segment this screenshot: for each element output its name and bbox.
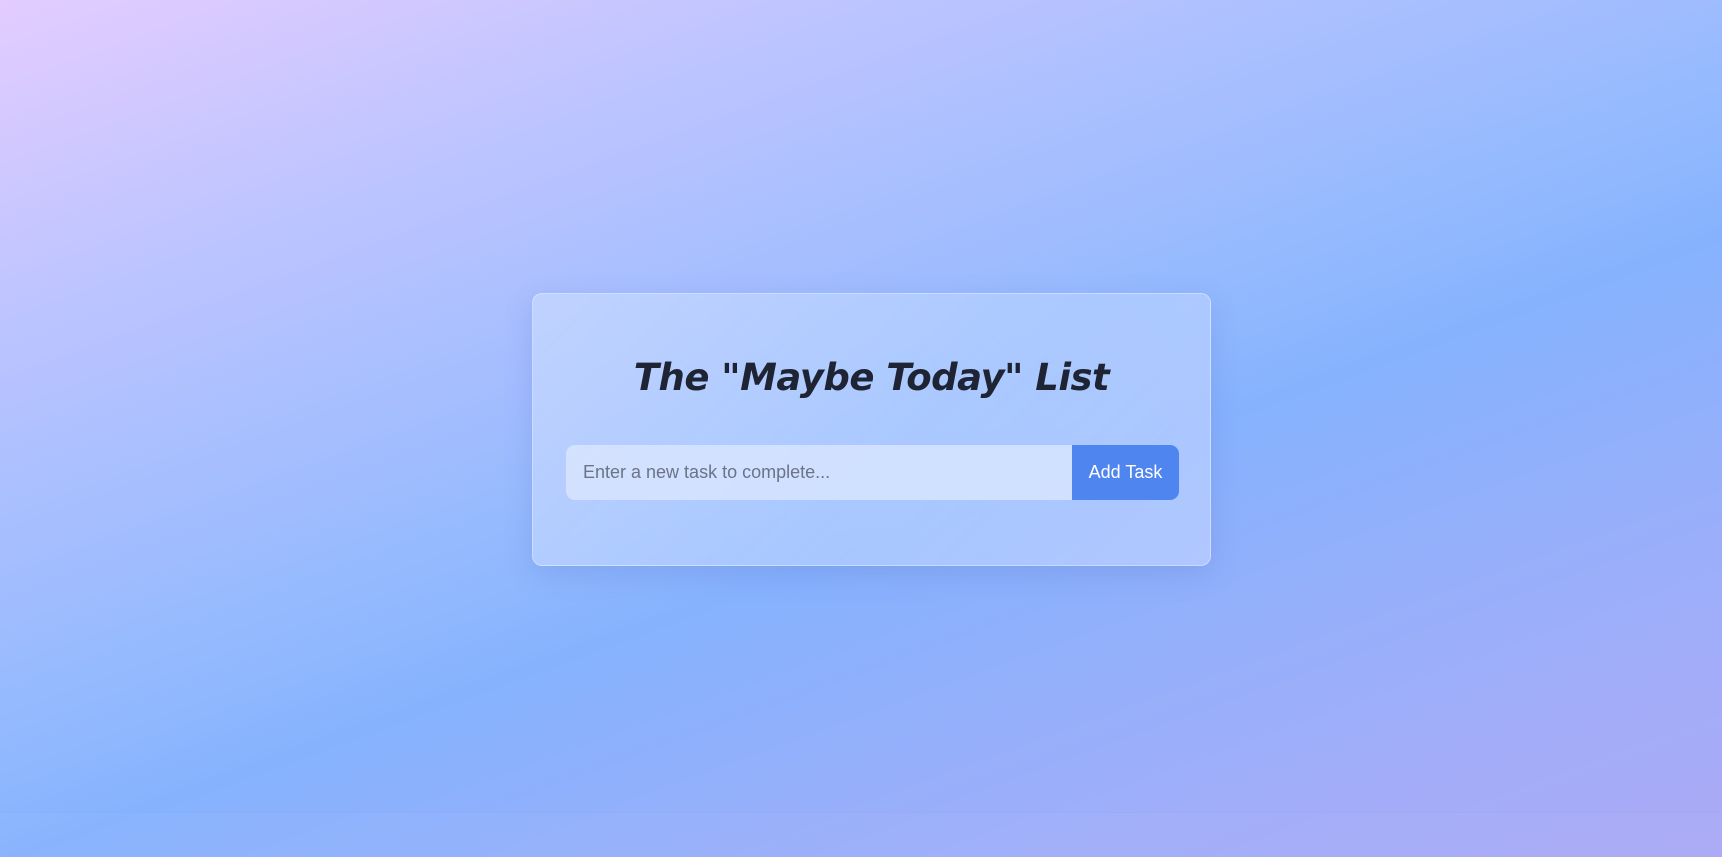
add-task-button[interactable]: Add Task	[1072, 445, 1179, 500]
todo-card: The "Maybe Today" List Add Task	[532, 293, 1211, 566]
add-task-form: Add Task	[566, 445, 1179, 500]
page-title: The "Maybe Today" List	[633, 356, 1110, 399]
new-task-input[interactable]	[566, 445, 1072, 500]
bottom-bar	[0, 812, 1722, 857]
